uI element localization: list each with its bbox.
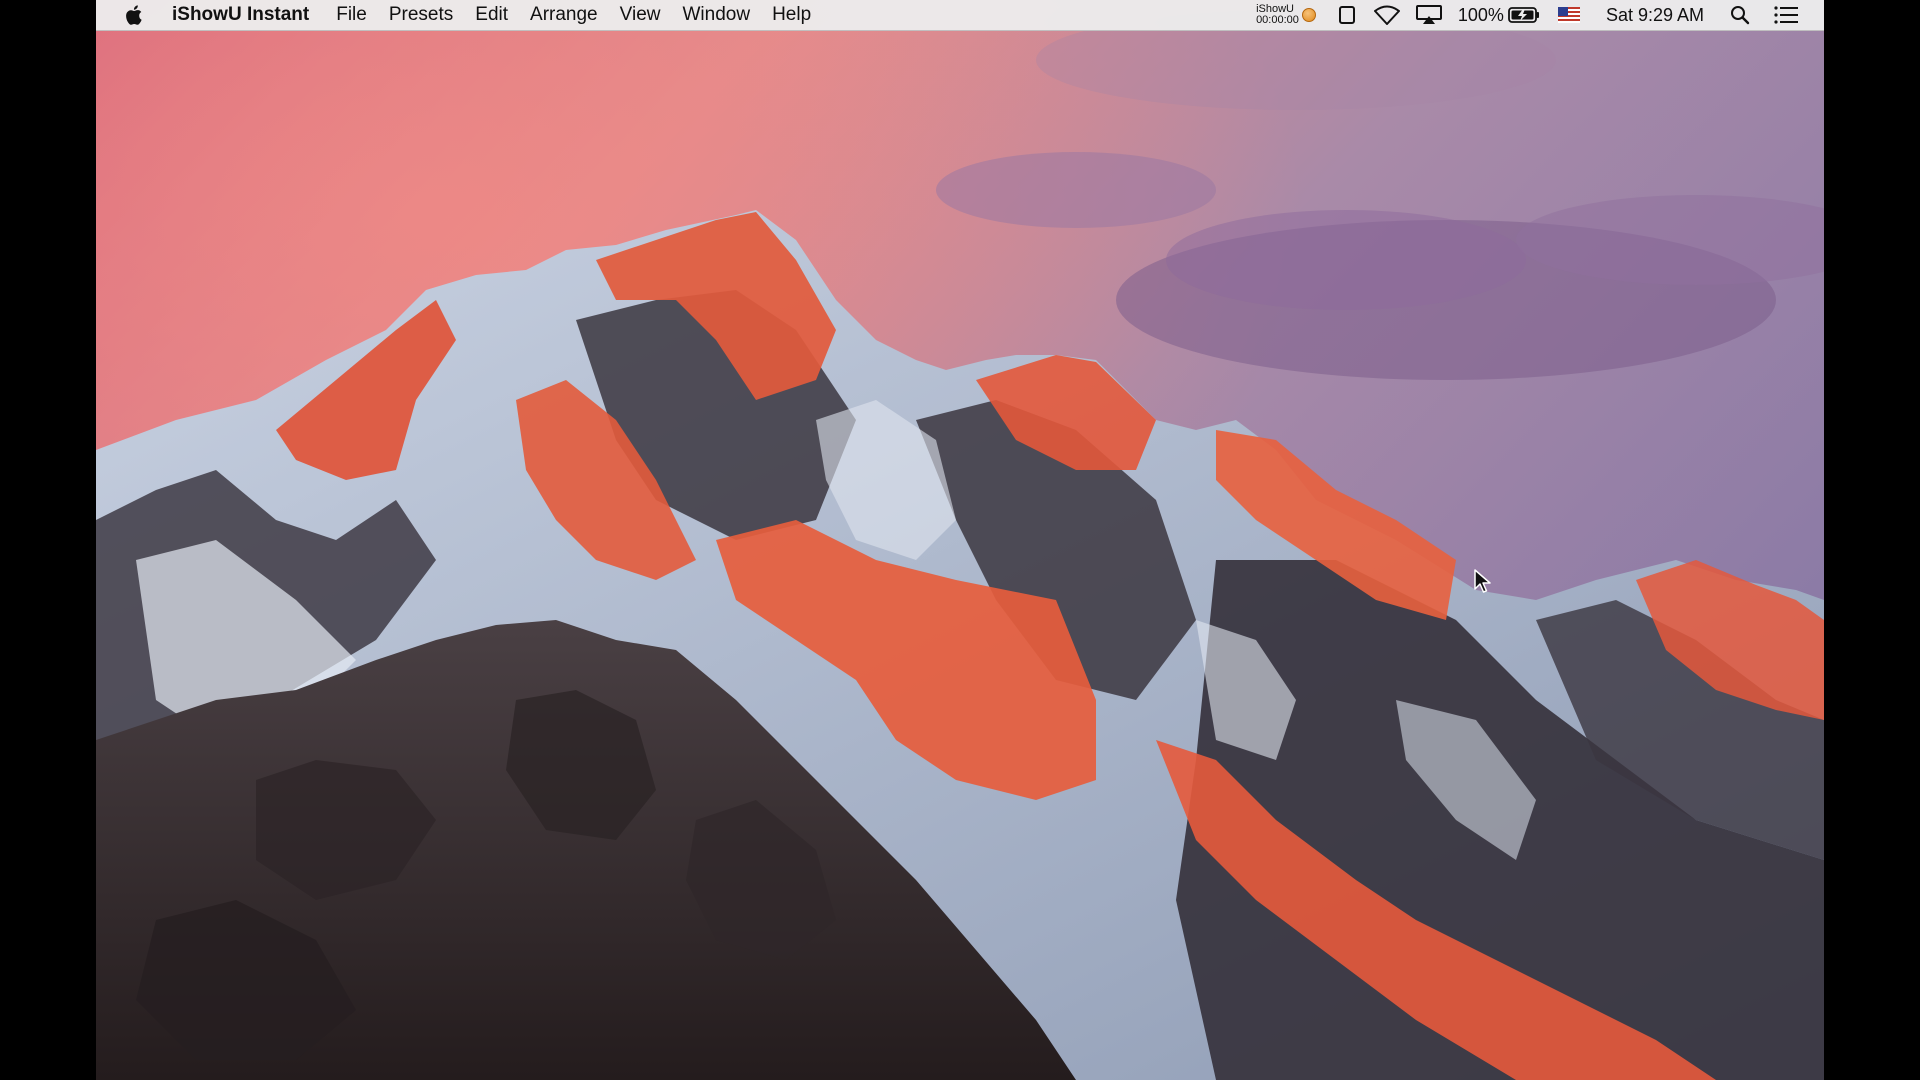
- menu-edit[interactable]: Edit: [464, 0, 519, 30]
- menu-clock[interactable]: Sat 9:29 AM: [1606, 0, 1704, 30]
- ishowu-status-text: iShowU 00:00:00: [1256, 4, 1299, 26]
- menu-bar: iShowU Instant File Presets Edit Arrange…: [96, 0, 1824, 31]
- desktop-wallpaper: [96, 0, 1824, 1080]
- menu-file[interactable]: File: [325, 0, 378, 30]
- notification-center-icon[interactable]: [1774, 0, 1798, 30]
- display-icon[interactable]: [1338, 0, 1356, 30]
- ishowu-status-item[interactable]: iShowU 00:00:00: [1256, 0, 1316, 30]
- airplay-icon[interactable]: [1415, 0, 1442, 30]
- battery-charging-icon[interactable]: [1508, 0, 1540, 30]
- menu-bar-status-area: iShowU 00:00:00 100% Sat 9:29 AM: [1242, 0, 1824, 30]
- menu-arrange[interactable]: Arrange: [519, 0, 609, 30]
- ishowu-timer: 00:00:00: [1256, 14, 1299, 26]
- menu-help[interactable]: Help: [761, 0, 822, 30]
- ishowu-record-icon: [1301, 8, 1316, 22]
- menu-bar-left: iShowU Instant File Presets Edit Arrange…: [96, 0, 822, 30]
- menu-presets[interactable]: Presets: [378, 0, 464, 30]
- battery-percent[interactable]: 100%: [1458, 0, 1504, 30]
- menu-view[interactable]: View: [609, 0, 672, 30]
- us-flag-icon[interactable]: [1557, 0, 1580, 30]
- wifi-icon[interactable]: [1373, 0, 1400, 30]
- mouse-cursor-icon: [1474, 569, 1492, 600]
- desktop-screen: iShowU Instant File Presets Edit Arrange…: [96, 0, 1824, 1080]
- spotlight-search-icon[interactable]: [1730, 0, 1750, 30]
- menu-window[interactable]: Window: [671, 0, 761, 30]
- apple-icon[interactable]: [124, 3, 146, 27]
- menu-app-name[interactable]: iShowU Instant: [172, 0, 325, 30]
